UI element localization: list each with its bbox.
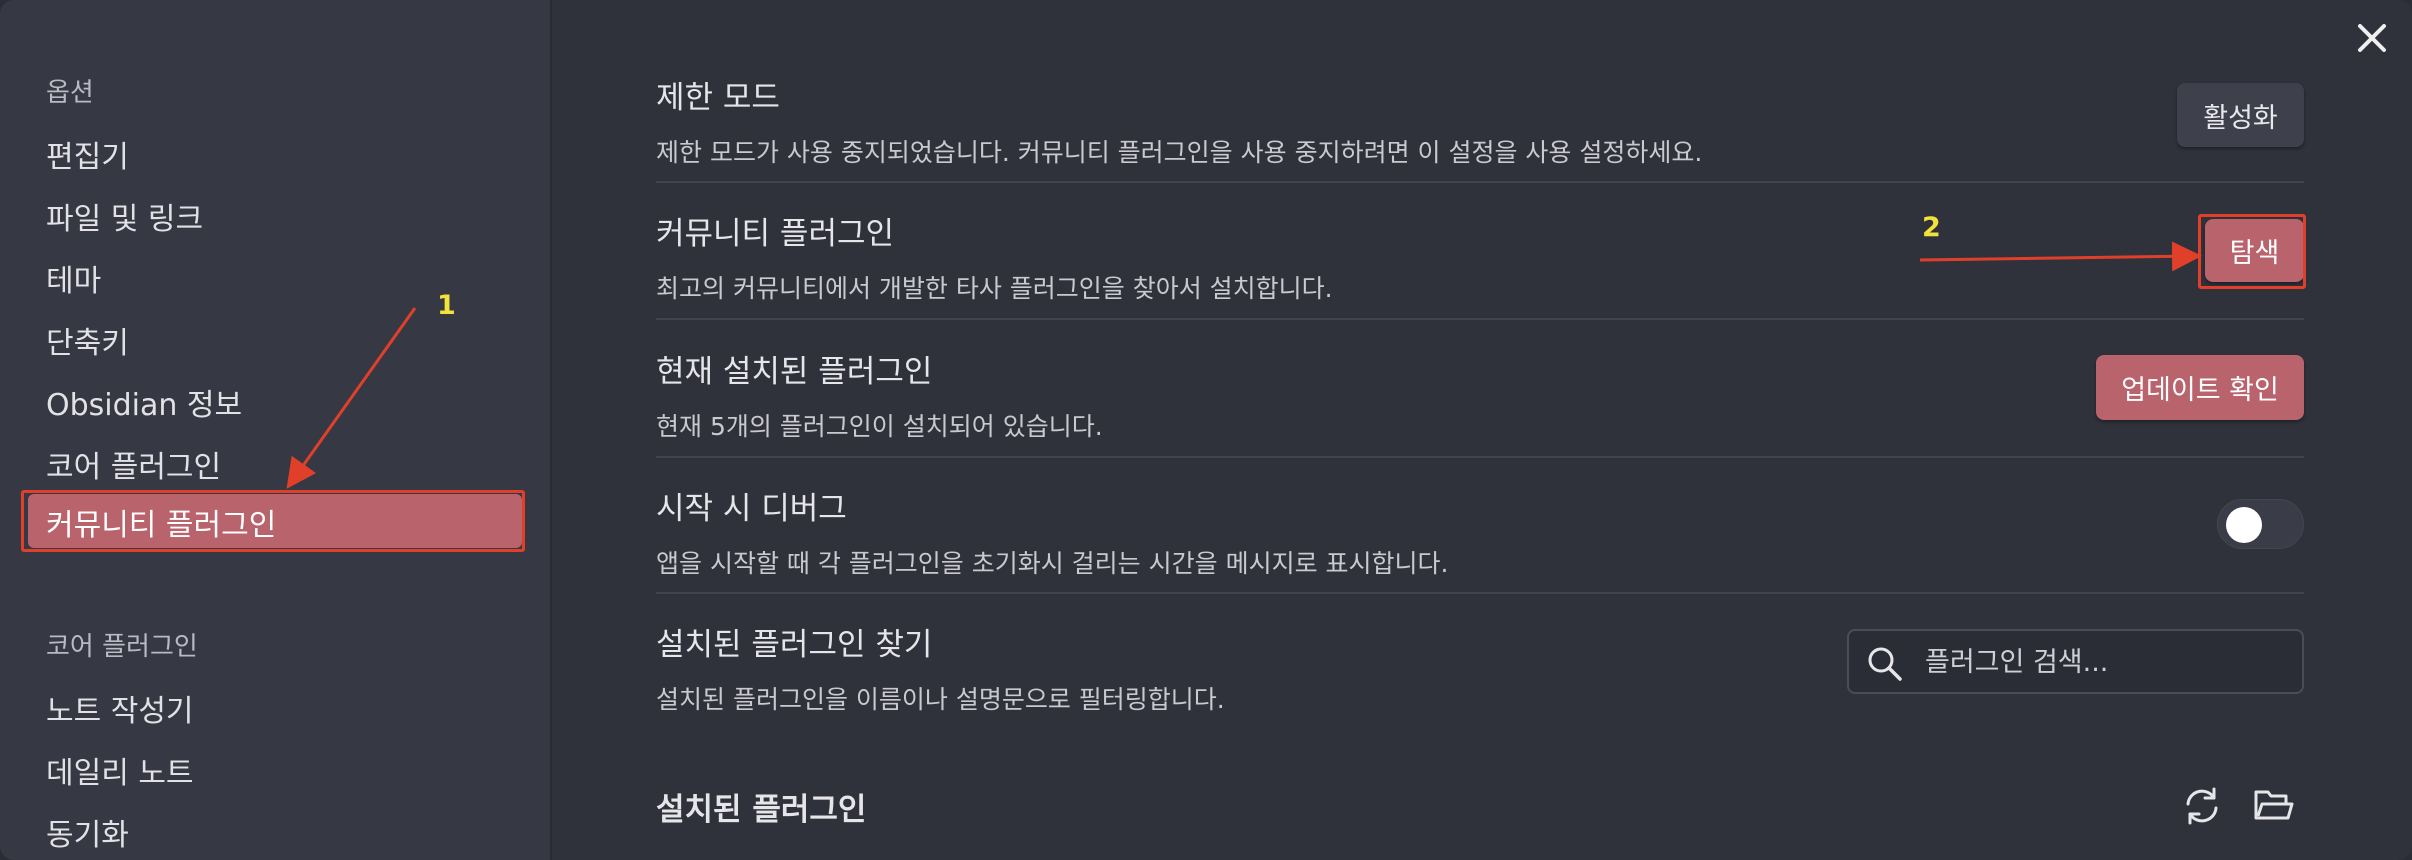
sidebar-item-files-links[interactable]: 파일 및 링크 bbox=[46, 194, 203, 238]
sidebar-item-about[interactable]: Obsidian 정보 bbox=[46, 380, 242, 424]
settings-sidebar: 옵션 편집기 파일 및 링크 테마 단축키 Obsidian 정보 코어 플러그… bbox=[0, 0, 552, 860]
setting-description: 현재 5개의 플러그인이 설치되어 있습니다. bbox=[656, 412, 1103, 441]
check-updates-button[interactable]: 업데이트 확인 bbox=[2096, 355, 2304, 420]
installed-plugins-heading: 설치된 플러그인 bbox=[656, 792, 867, 828]
annotation-number-2: 2 bbox=[1922, 212, 1941, 243]
sidebar-item-daily-notes[interactable]: 데일리 노트 bbox=[46, 748, 194, 792]
annotation-highlight-box-1 bbox=[21, 490, 525, 552]
setting-title: 현재 설치된 플러그인 bbox=[656, 354, 933, 390]
plugin-search-input[interactable] bbox=[1923, 641, 2287, 683]
setting-community-plugins: 커뮤니티 플러그인 최고의 커뮤니티에서 개발한 타사 플러그인을 찾아서 설치… bbox=[656, 208, 2306, 305]
divider bbox=[656, 181, 2304, 183]
setting-title: 시작 시 디버그 bbox=[656, 491, 847, 527]
sidebar-item-note-composer[interactable]: 노트 작성기 bbox=[46, 686, 194, 730]
toggle-knob bbox=[2226, 507, 2262, 543]
sidebar-item-theme[interactable]: 테마 bbox=[46, 256, 101, 300]
sidebar-heading-core-plugins: 코어 플러그인 bbox=[46, 632, 198, 662]
setting-installed-plugins: 현재 설치된 플러그인 현재 5개의 플러그인이 설치되어 있습니다. bbox=[656, 346, 2306, 443]
setting-title: 커뮤니티 플러그인 bbox=[656, 216, 895, 252]
close-icon[interactable] bbox=[2352, 18, 2392, 58]
reload-icon[interactable] bbox=[2180, 784, 2224, 828]
sidebar-item-hotkeys[interactable]: 단축키 bbox=[46, 318, 129, 362]
divider bbox=[656, 456, 2304, 458]
sidebar-item-core-plugins[interactable]: 코어 플러그인 bbox=[46, 442, 221, 486]
enable-restricted-mode-button[interactable]: 활성화 bbox=[2177, 83, 2304, 147]
setting-title: 제한 모드 bbox=[656, 80, 780, 116]
settings-window: 옵션 편집기 파일 및 링크 테마 단축키 Obsidian 정보 코어 플러그… bbox=[0, 0, 2412, 860]
search-icon bbox=[1868, 647, 1902, 681]
folder-icon[interactable] bbox=[2252, 784, 2296, 828]
plugin-search-box bbox=[1847, 629, 2304, 694]
sidebar-item-sync[interactable]: 동기화 bbox=[46, 810, 129, 854]
divider bbox=[656, 592, 2304, 594]
setting-description: 앱을 시작할 때 각 플러그인을 초기화시 걸리는 시간을 메시지로 표시합니다… bbox=[656, 549, 1449, 578]
divider bbox=[656, 318, 2304, 320]
setting-description: 최고의 커뮤니티에서 개발한 타사 플러그인을 찾아서 설치합니다. bbox=[656, 274, 1333, 303]
annotation-number-1: 1 bbox=[437, 290, 456, 321]
setting-restricted-mode: 제한 모드 제한 모드가 사용 중지되었습니다. 커뮤니티 플러그인을 사용 중… bbox=[656, 72, 2306, 169]
debug-startup-toggle[interactable] bbox=[2217, 499, 2304, 549]
sidebar-item-editor[interactable]: 편집기 bbox=[46, 132, 129, 176]
annotation-highlight-box-2 bbox=[2198, 214, 2306, 289]
sidebar-heading-options: 옵션 bbox=[46, 78, 94, 108]
setting-debug-startup: 시작 시 디버그 앱을 시작할 때 각 플러그인을 초기화시 걸리는 시간을 메… bbox=[656, 483, 2306, 580]
setting-description: 제한 모드가 사용 중지되었습니다. 커뮤니티 플러그인을 사용 중지하려면 이… bbox=[656, 138, 1703, 167]
